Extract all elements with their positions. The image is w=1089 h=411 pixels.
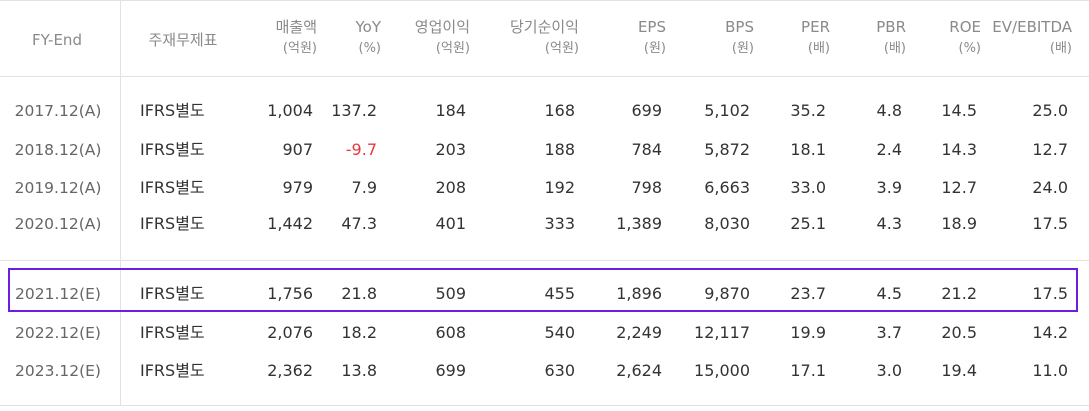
statement-type-cell: IFRS별도	[140, 214, 205, 233]
period-cell: 2017.12(A)	[14, 102, 102, 120]
value-cell: 203	[435, 140, 466, 159]
value-cell: 699	[435, 361, 466, 380]
statement-type-cell: IFRS별도	[140, 178, 205, 197]
period-cell: 2018.12(A)	[14, 141, 102, 159]
header-divider	[0, 76, 1089, 77]
column-header-label: 영업이익	[414, 18, 470, 36]
value-cell: 401	[435, 214, 466, 233]
value-cell: 184	[435, 101, 466, 120]
column-header-label: EV/EBITDA	[992, 18, 1072, 36]
period-cell: 2019.12(A)	[14, 179, 102, 197]
value-cell: 17.5	[1032, 214, 1068, 233]
value-cell: 12.7	[1032, 140, 1068, 159]
column-header: FY-End	[0, 30, 117, 50]
value-cell: 208	[435, 178, 466, 197]
column-header: EV/EBITDA (배)	[962, 17, 1072, 59]
column-divider	[120, 0, 121, 406]
period-cell: 2023.12(E)	[15, 362, 101, 380]
column-header: 영업이익 (억원)	[360, 17, 470, 59]
column-header-unit: (배)	[1049, 41, 1072, 56]
table-bottom-border	[0, 405, 1089, 406]
value-cell: 25.0	[1032, 101, 1068, 120]
value-cell: 11.0	[1032, 361, 1068, 380]
value-cell: 24.0	[1032, 178, 1068, 197]
value-cell: 608	[435, 323, 466, 342]
value-cell: 14.2	[1032, 323, 1068, 342]
period-cell: 2020.12(A)	[14, 215, 102, 233]
statement-type-cell: IFRS별도	[140, 323, 205, 342]
column-header-unit: (억원)	[435, 41, 470, 56]
column-header-label: FY-End	[32, 31, 82, 49]
actual-estimate-divider	[0, 260, 1089, 261]
statement-type-cell: IFRS별도	[140, 101, 205, 120]
financial-table: FY-End 주재무제표 매출액 (억원) YoY (%) 영업이익 (억원) 당기순이익 (억원…	[0, 0, 1089, 411]
period-cell: 2022.12(E)	[15, 324, 101, 342]
highlight-box-2021	[8, 268, 1078, 312]
statement-type-cell: IFRS별도	[140, 361, 205, 380]
table-top-border	[0, 0, 1089, 1]
statement-type-cell: IFRS별도	[140, 140, 205, 159]
